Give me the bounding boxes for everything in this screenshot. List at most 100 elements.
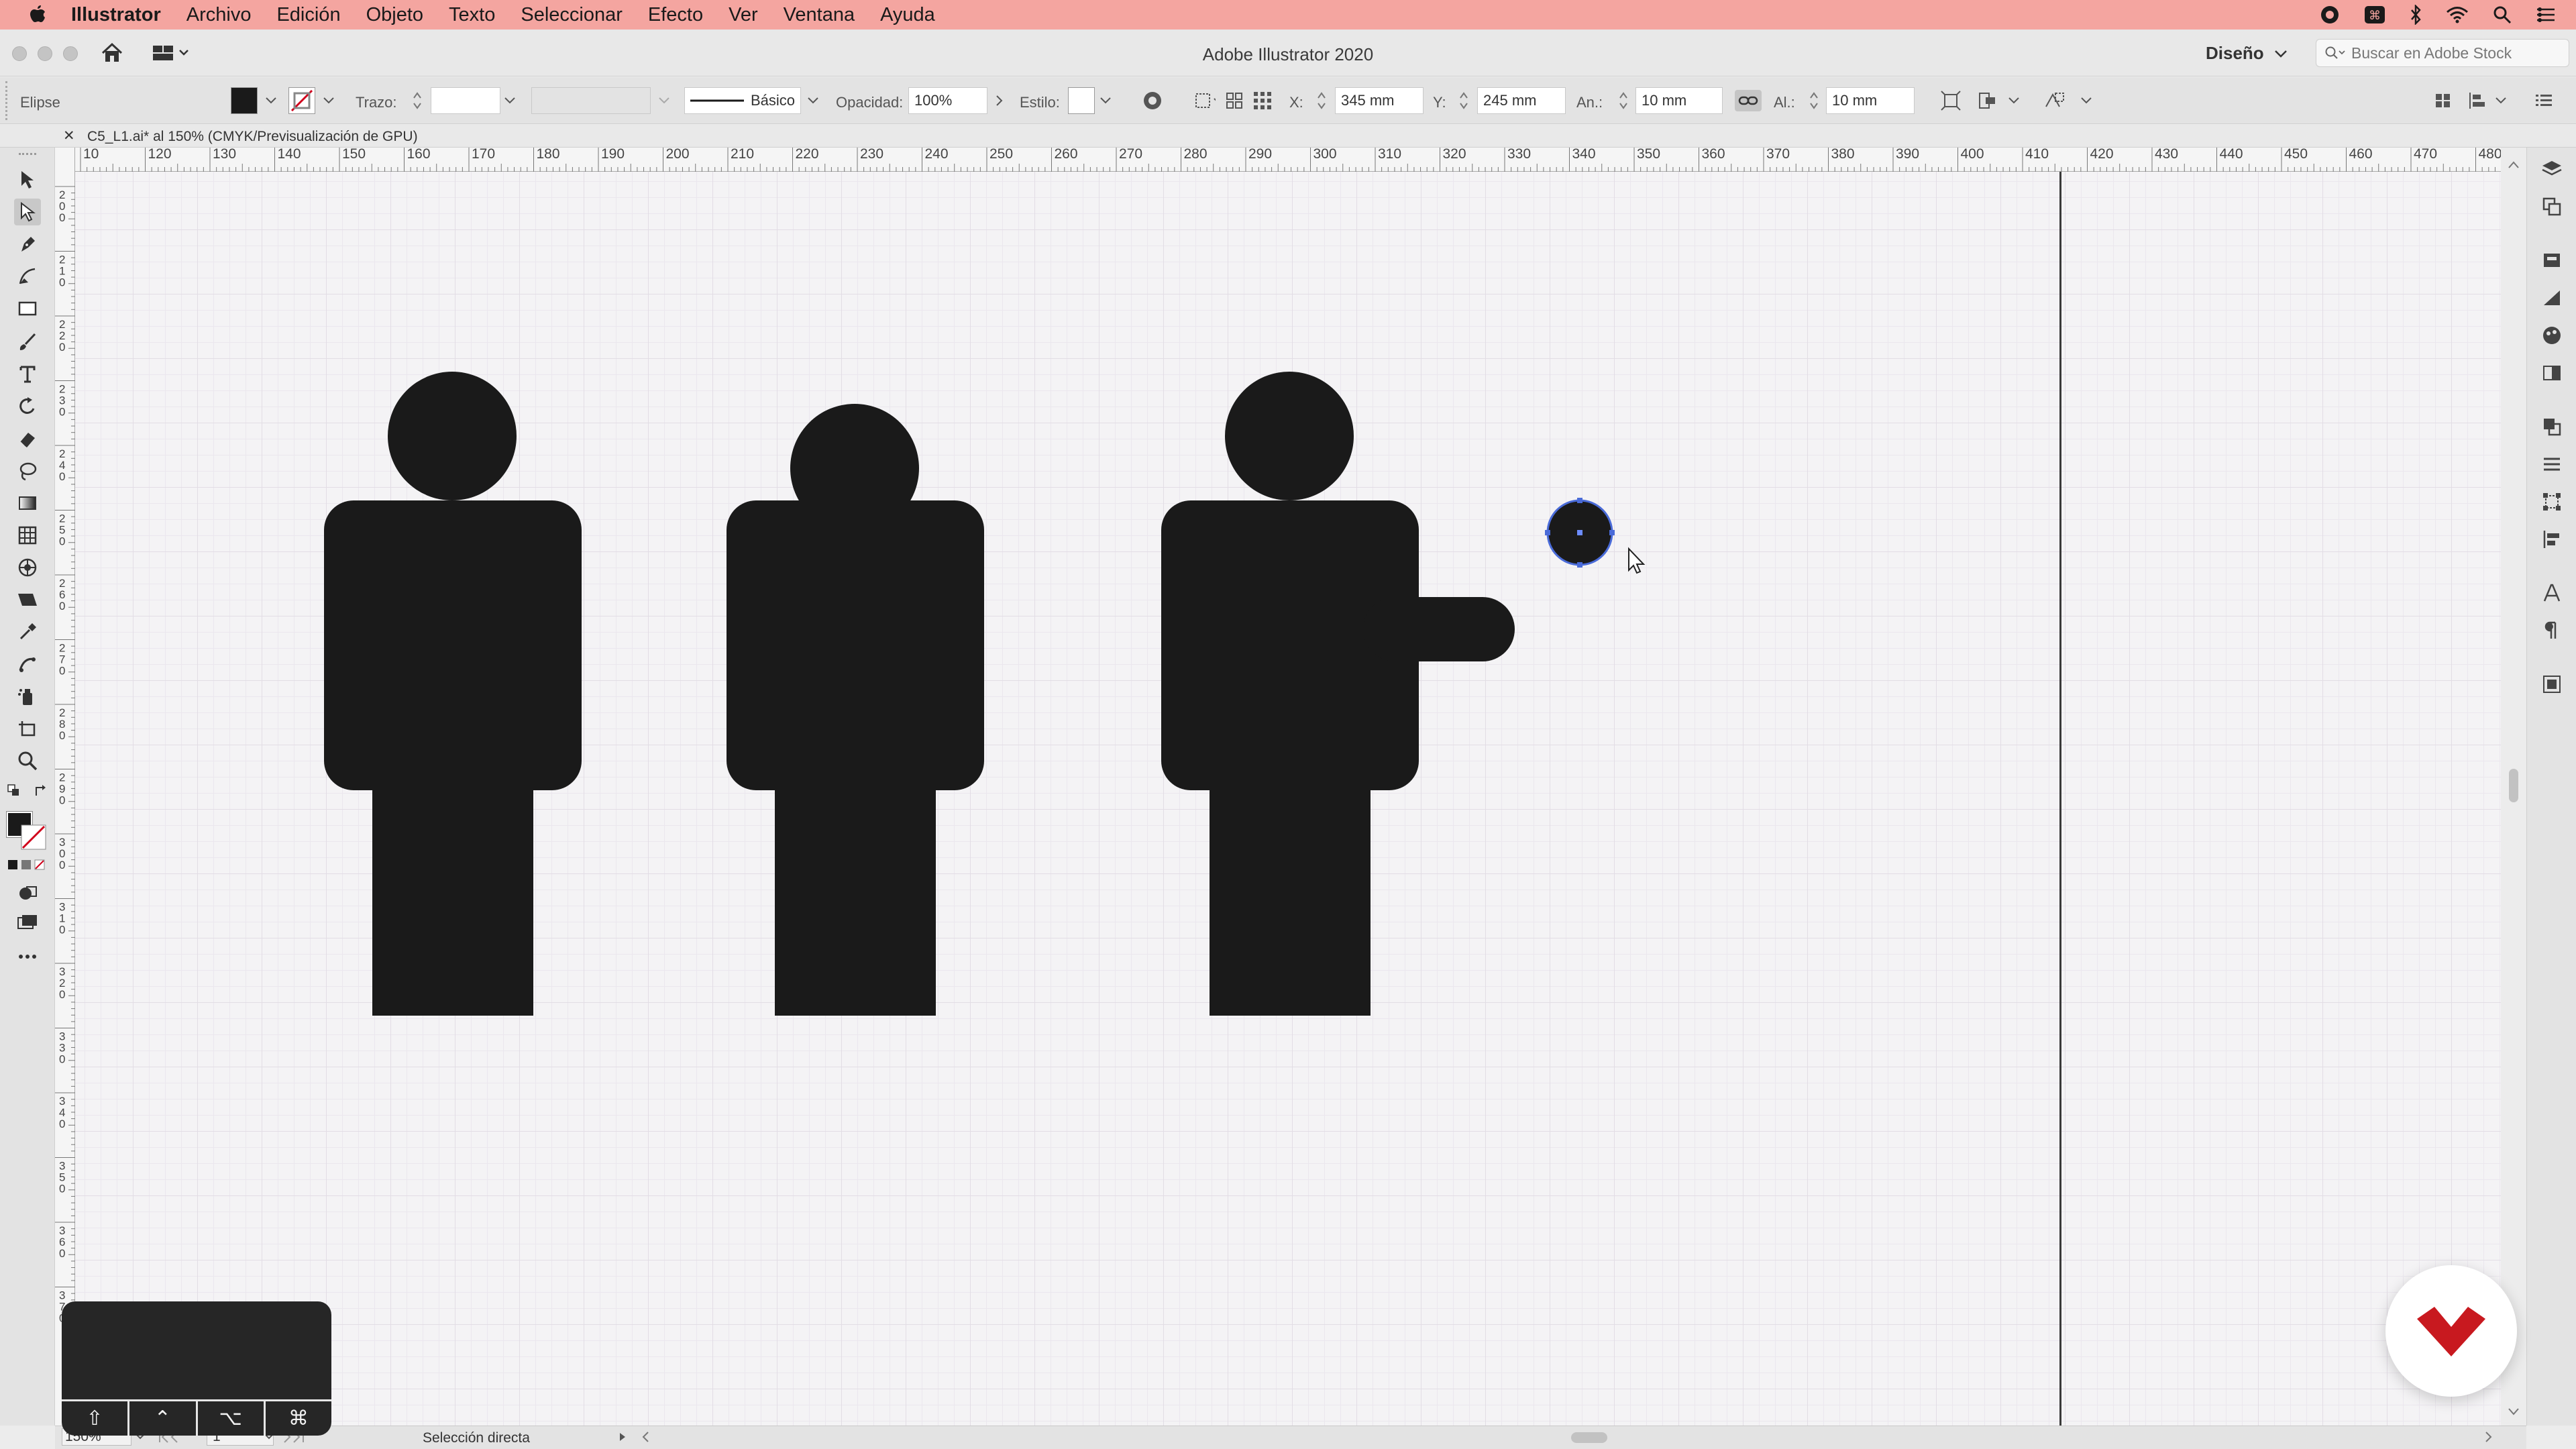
menu-objeto[interactable]: Objeto	[366, 4, 423, 26]
y-position-stepper[interactable]	[1453, 90, 1474, 111]
direct-selection-tool-icon[interactable]	[14, 199, 41, 225]
control-center-icon[interactable]	[2536, 7, 2556, 23]
pen-tool-icon[interactable]	[14, 231, 41, 258]
character-panel-icon[interactable]	[2540, 581, 2564, 605]
paragraph-panel-icon[interactable]	[2540, 619, 2564, 643]
libraries-panel-icon[interactable]	[2540, 248, 2564, 272]
rectangle-tool-icon[interactable]	[14, 295, 41, 322]
x-position-field[interactable]: 345 mm	[1335, 87, 1424, 114]
figure-1-head[interactable]	[388, 372, 517, 500]
stroke-dropdown-chevron-icon[interactable]	[318, 90, 339, 111]
variable-width-profile-field[interactable]	[531, 87, 651, 114]
menu-ayuda[interactable]: Ayuda	[880, 4, 935, 26]
spotlight-search-icon[interactable]	[2493, 5, 2512, 24]
stroke-color-box[interactable]	[20, 824, 47, 851]
fill-color-swatch[interactable]	[231, 87, 258, 114]
anchor-point-bottom[interactable]	[1577, 562, 1582, 568]
width-field[interactable]: 10 mm	[1635, 87, 1723, 114]
transform-dropdown-chevron-icon[interactable]	[2076, 90, 2097, 111]
figure-1-torso[interactable]	[324, 500, 582, 790]
menu-efecto[interactable]: Efecto	[648, 4, 703, 26]
record-icon[interactable]	[2320, 5, 2340, 25]
align-options-icon[interactable]	[1978, 90, 1999, 111]
scroll-up-icon[interactable]	[2508, 161, 2519, 168]
scroll-down-icon[interactable]	[2508, 1408, 2519, 1415]
close-document-icon[interactable]: ✕	[63, 127, 75, 144]
stroke-weight-stepper[interactable]	[407, 90, 428, 111]
stroke-panel-icon[interactable]	[2540, 452, 2564, 476]
menu-app-illustrator[interactable]: Illustrator	[71, 4, 161, 26]
distribute-icon[interactable]	[2467, 90, 2489, 111]
figure-1-legs[interactable]	[372, 762, 533, 1016]
lasso-tool-icon[interactable]	[14, 458, 41, 484]
stock-search-input[interactable]: Buscar en Adobe Stock	[2316, 39, 2569, 67]
bluetooth-icon[interactable]	[2410, 5, 2422, 25]
anchor-point-top[interactable]	[1577, 498, 1582, 503]
align-dropdown-chevron-icon[interactable]	[2003, 90, 2025, 111]
gradient-panel-icon[interactable]	[2540, 361, 2564, 385]
shape-properties-icon[interactable]	[1940, 90, 1962, 111]
menu-ver[interactable]: Ver	[729, 4, 758, 26]
wifi-icon[interactable]	[2446, 6, 2469, 23]
edit-toolbar-more-icon[interactable]	[14, 943, 41, 970]
figure-2-legs[interactable]	[775, 762, 936, 1016]
command-icon[interactable]: ⌘	[2364, 5, 2385, 24]
figure-3-head[interactable]	[1225, 372, 1354, 500]
eraser-tool-icon[interactable]	[14, 425, 41, 452]
links-panel-icon[interactable]	[2540, 672, 2564, 696]
graphic-style-chevron-icon[interactable]	[1095, 90, 1116, 111]
opacity-flyout-chevron-icon[interactable]	[989, 90, 1010, 111]
isolate-object-icon[interactable]	[1224, 90, 1245, 111]
document-canvas[interactable]	[75, 172, 2501, 1426]
distribute-chevron-icon[interactable]	[2490, 90, 2512, 111]
height-field[interactable]: 10 mm	[1826, 87, 1915, 114]
stroke-weight-field[interactable]	[431, 87, 500, 114]
menu-seleccionar[interactable]: Seleccionar	[521, 4, 623, 26]
brush-definition-field[interactable]: Básico	[684, 87, 801, 114]
screen-mode-icon[interactable]	[14, 910, 41, 936]
scroll-left-icon[interactable]	[640, 1429, 651, 1449]
swap-colors-icon[interactable]	[34, 784, 48, 802]
scroll-right-icon[interactable]	[2483, 1429, 2494, 1449]
transform-again-icon[interactable]	[2043, 90, 2065, 111]
variable-width-chevron-icon[interactable]	[653, 90, 675, 111]
default-colors-icon[interactable]	[7, 784, 20, 800]
symbol-sprayer-tool-icon[interactable]	[14, 683, 41, 710]
stroke-color-swatch[interactable]	[288, 87, 315, 114]
align-to-icon[interactable]	[1194, 90, 1216, 111]
fill-dropdown-chevron-icon[interactable]	[260, 90, 282, 111]
apple-logo-icon[interactable]	[24, 0, 51, 30]
menu-edicion[interactable]: Edición	[276, 4, 340, 26]
blend-tool-icon[interactable]	[14, 651, 41, 678]
selection-tool-icon[interactable]	[14, 166, 41, 193]
y-position-field[interactable]: 245 mm	[1477, 87, 1566, 114]
graphic-style-swatch[interactable]	[1068, 87, 1095, 114]
person-figure-2[interactable]	[727, 404, 984, 1016]
menu-archivo[interactable]: Archivo	[186, 4, 252, 26]
color-guide-panel-icon[interactable]	[2540, 286, 2564, 310]
color-mode-icons[interactable]	[8, 859, 47, 874]
height-stepper[interactable]	[1803, 90, 1825, 111]
stroke-weight-chevron-icon[interactable]	[499, 90, 521, 111]
artboards-panel-icon[interactable]	[2540, 195, 2564, 219]
panel-grip[interactable]	[5, 81, 12, 120]
center-point[interactable]	[1577, 530, 1582, 535]
control-bar-menu-icon[interactable]	[2533, 90, 2555, 111]
recolor-artwork-icon[interactable]	[1142, 90, 1163, 111]
vertical-scroll-thumb[interactable]	[2509, 769, 2518, 802]
transform-panel-icon[interactable]	[2540, 490, 2564, 514]
person-figure-1[interactable]	[324, 372, 582, 1016]
person-figure-3[interactable]	[1161, 372, 1515, 1016]
paintbrush-tool-icon[interactable]	[14, 329, 41, 356]
vertical-scrollbar[interactable]	[2501, 148, 2526, 1426]
shape-builder-tool-icon[interactable]	[14, 554, 41, 581]
vertical-ruler[interactable]: 2002102202302402502602702802903003103203…	[55, 148, 75, 1426]
layers-panel-icon[interactable]	[2540, 157, 2564, 181]
zoom-tool-icon[interactable]	[14, 747, 41, 774]
gradient-tool-icon[interactable]	[14, 490, 41, 517]
horizontal-ruler[interactable]: 10 120 130 140 150 160 170 180 190 200 210 220 230 24…	[75, 146, 2502, 172]
menu-ventana[interactable]: Ventana	[784, 4, 855, 26]
align-panel-icon[interactable]	[2540, 527, 2564, 551]
brush-profile-chevron-icon[interactable]	[802, 90, 824, 111]
appearance-panel-icon[interactable]	[2540, 415, 2564, 439]
